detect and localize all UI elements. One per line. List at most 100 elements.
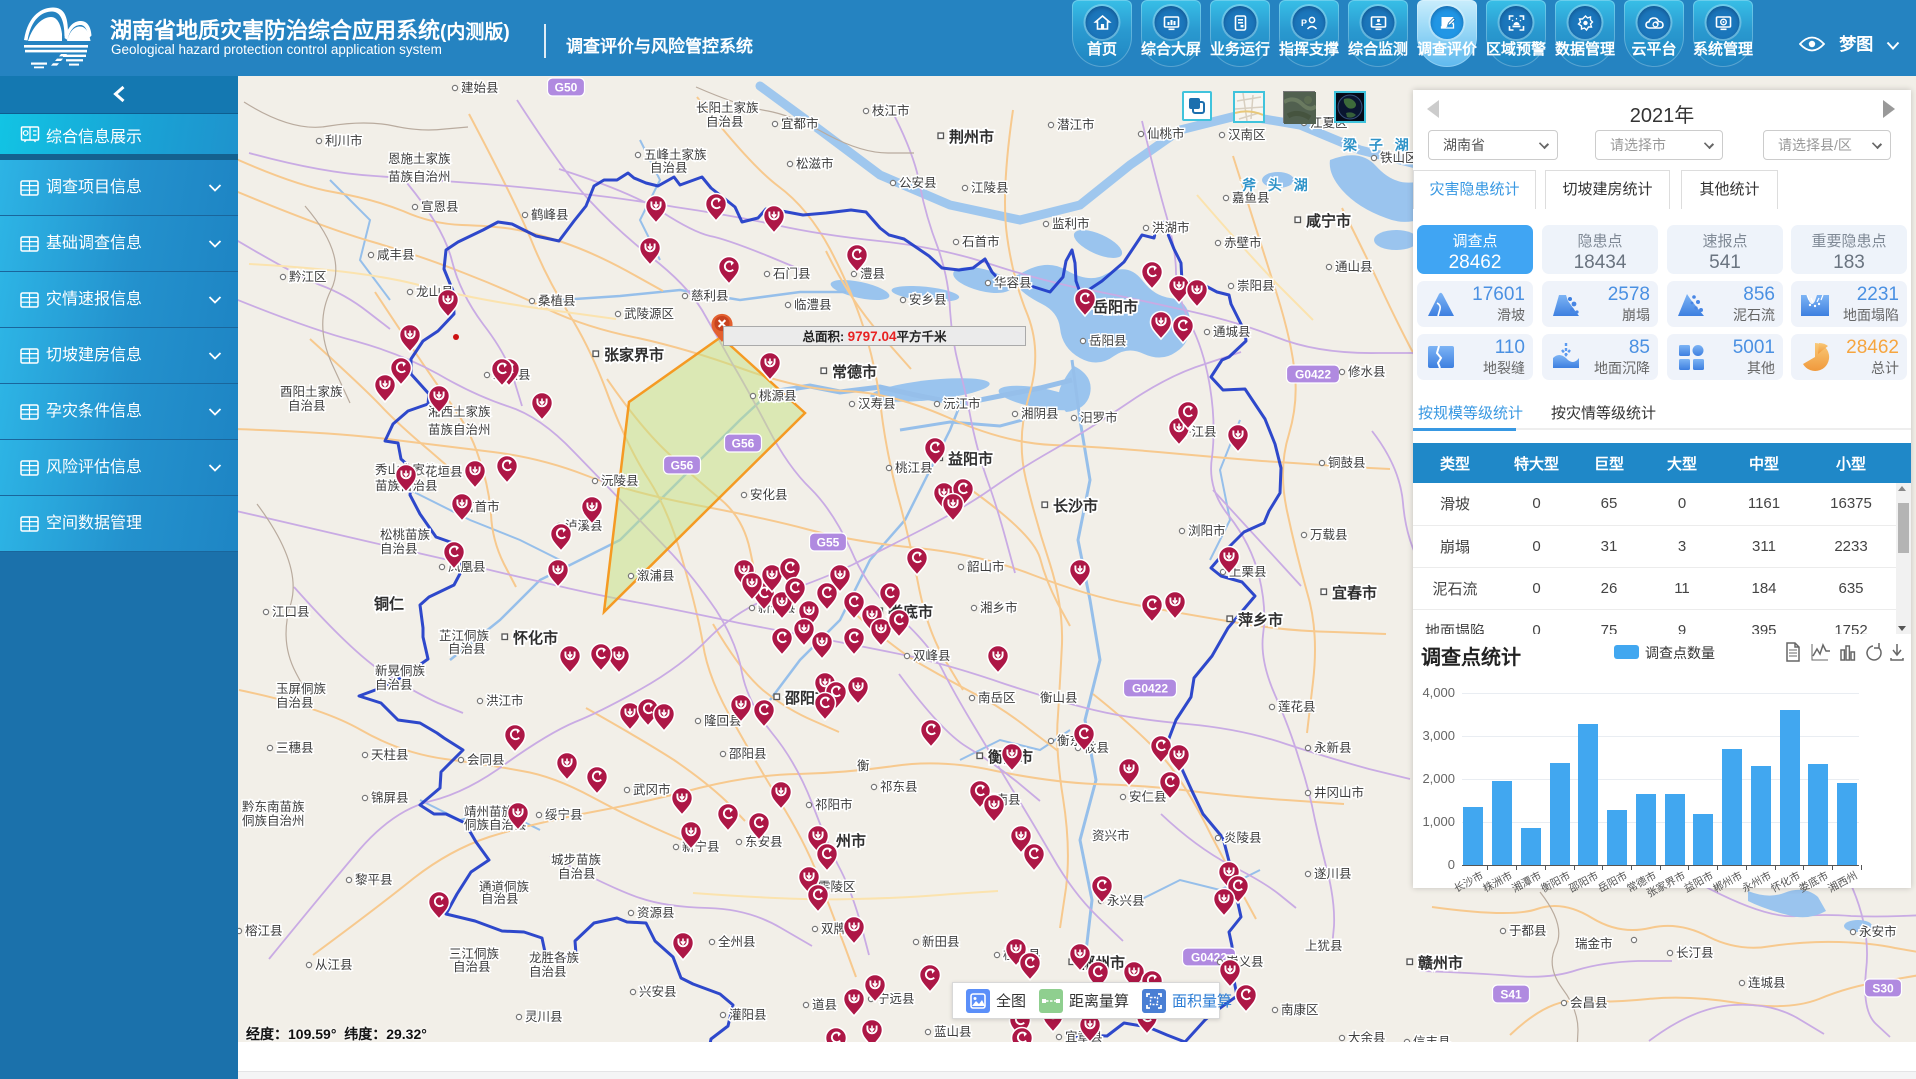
svg-text:松桃苗族: 松桃苗族 bbox=[380, 527, 431, 542]
svg-text:铜鼓县: 铜鼓县 bbox=[1328, 455, 1366, 470]
svg-text:赣州市: 赣州市 bbox=[1418, 954, 1463, 972]
svg-text:G0422: G0422 bbox=[1132, 682, 1168, 696]
svg-text:衡山县: 衡山县 bbox=[1040, 691, 1078, 705]
svg-text:井冈山市: 井冈山市 bbox=[1314, 785, 1364, 800]
svg-text:天柱县: 天柱县 bbox=[371, 747, 409, 762]
svg-text:安乡县: 安乡县 bbox=[909, 292, 947, 307]
svg-text:洪湖市: 洪湖市 bbox=[1152, 220, 1190, 235]
svg-text:荆州市: 荆州市 bbox=[949, 128, 994, 146]
svg-text:浏阳市: 浏阳市 bbox=[1188, 523, 1226, 538]
svg-text:铁山区: 铁山区 bbox=[1380, 151, 1418, 165]
svg-text:三江侗族: 三江侗族 bbox=[449, 947, 500, 961]
svg-text:永兴县: 永兴县 bbox=[1107, 894, 1145, 908]
svg-text:邵阳县: 邵阳县 bbox=[729, 747, 767, 761]
svg-text:武陵源区: 武陵源区 bbox=[624, 307, 674, 321]
svg-text:自治县: 自治县 bbox=[276, 696, 314, 710]
svg-text:遂川县: 遂川县 bbox=[1314, 867, 1352, 881]
svg-text:黔东南苗族: 黔东南苗族 bbox=[242, 799, 305, 814]
svg-text:沅江市: 沅江市 bbox=[943, 396, 981, 411]
svg-text:双峰县: 双峰县 bbox=[913, 649, 951, 663]
svg-text:P: P bbox=[1301, 18, 1307, 28]
svg-text:汉南区: 汉南区 bbox=[1228, 127, 1266, 142]
svg-text:公安县: 公安县 bbox=[899, 175, 937, 190]
svg-text:长阳土家族: 长阳土家族 bbox=[696, 100, 759, 115]
svg-text:绥宁县: 绥宁县 bbox=[545, 807, 583, 822]
svg-text:莲花县: 莲花县 bbox=[1278, 699, 1316, 714]
svg-text:仙桃市: 仙桃市 bbox=[1147, 126, 1185, 141]
svg-text:枝江市: 枝江市 bbox=[872, 103, 910, 118]
svg-text:衡: 衡 bbox=[857, 759, 870, 773]
svg-text:溆浦县: 溆浦县 bbox=[637, 569, 675, 583]
svg-text:从江县: 从江县 bbox=[315, 958, 353, 972]
svg-text:松滋市: 松滋市 bbox=[796, 156, 834, 171]
svg-text:G56: G56 bbox=[671, 459, 694, 473]
svg-text:州市: 州市 bbox=[835, 832, 866, 850]
svg-text:桃源县: 桃源县 bbox=[759, 388, 797, 403]
svg-text:自治县: 自治县 bbox=[650, 161, 688, 175]
svg-text:自治县: 自治县 bbox=[529, 965, 567, 979]
svg-text:华容县: 华容县 bbox=[994, 275, 1032, 290]
svg-text:通城县: 通城县 bbox=[1213, 325, 1251, 339]
svg-text:自治县: 自治县 bbox=[453, 960, 491, 974]
svg-text:潜江市: 潜江市 bbox=[1057, 117, 1095, 132]
svg-text:咸宁市: 咸宁市 bbox=[1306, 212, 1351, 230]
svg-text:信丰县: 信丰县 bbox=[1413, 1035, 1451, 1042]
svg-text:G56: G56 bbox=[732, 437, 755, 451]
svg-text:资源县: 资源县 bbox=[637, 906, 675, 920]
svg-text:宣恩县: 宣恩县 bbox=[421, 199, 459, 214]
svg-text:祁阳市: 祁阳市 bbox=[815, 797, 853, 812]
svg-text:G50: G50 bbox=[555, 81, 578, 95]
svg-text:玉屏侗族: 玉屏侗族 bbox=[276, 682, 327, 696]
svg-text:慈利县: 慈利县 bbox=[691, 288, 729, 303]
svg-text:咸丰县: 咸丰县 bbox=[377, 248, 415, 262]
svg-text:沅陵县: 沅陵县 bbox=[601, 474, 639, 488]
svg-text:灵川县: 灵川县 bbox=[525, 1010, 563, 1024]
svg-text:三穗县: 三穗县 bbox=[276, 741, 314, 755]
svg-text:自治县: 自治县 bbox=[448, 642, 486, 656]
svg-text:赤壁市: 赤壁市 bbox=[1224, 235, 1262, 250]
svg-text:通山县: 通山县 bbox=[1335, 260, 1373, 274]
svg-text:岳阳县: 岳阳县 bbox=[1089, 334, 1127, 348]
svg-text:会同县: 会同县 bbox=[467, 753, 505, 767]
svg-text:桃江县: 桃江县 bbox=[895, 460, 933, 475]
svg-text:侗族自治州: 侗族自治州 bbox=[242, 814, 305, 828]
svg-text:黎平县: 黎平县 bbox=[355, 873, 393, 887]
svg-text:石门县: 石门县 bbox=[773, 266, 811, 281]
svg-text:张家界市: 张家界市 bbox=[604, 346, 664, 364]
svg-text:崇阳县: 崇阳县 bbox=[1237, 279, 1275, 293]
svg-text:永安市: 永安市 bbox=[1859, 924, 1897, 939]
svg-text:自治县: 自治县 bbox=[481, 892, 519, 906]
svg-text:S41: S41 bbox=[1500, 988, 1522, 1002]
svg-text:长沙市: 长沙市 bbox=[1053, 497, 1098, 515]
svg-text:蓝山县: 蓝山县 bbox=[934, 1025, 972, 1039]
svg-text:万载县: 万载县 bbox=[1310, 528, 1348, 542]
svg-text:武冈市: 武冈市 bbox=[633, 782, 671, 797]
svg-text:恩施土家族: 恩施土家族 bbox=[388, 151, 451, 166]
svg-text:湘乡市: 湘乡市 bbox=[980, 600, 1018, 615]
svg-text:锦屏县: 锦屏县 bbox=[371, 791, 409, 805]
svg-text:安化县: 安化县 bbox=[750, 487, 788, 502]
svg-text:永新县: 永新县 bbox=[1314, 740, 1352, 755]
svg-text:东安县: 东安县 bbox=[745, 834, 783, 849]
svg-text:灌阳县: 灌阳县 bbox=[729, 1008, 767, 1022]
svg-text:自治县: 自治县 bbox=[706, 115, 744, 129]
svg-text:花垣县: 花垣县 bbox=[425, 464, 463, 479]
svg-text:酉阳土家族: 酉阳土家族 bbox=[280, 384, 343, 399]
svg-text:南岳区: 南岳区 bbox=[978, 690, 1016, 705]
svg-text:全州县: 全州县 bbox=[718, 934, 756, 949]
svg-text:临澧县: 临澧县 bbox=[794, 298, 832, 312]
svg-text:宜都市: 宜都市 bbox=[781, 116, 819, 131]
svg-text:瑞金市: 瑞金市 bbox=[1575, 936, 1613, 951]
svg-text:汉寿县: 汉寿县 bbox=[858, 397, 896, 411]
svg-text:怀化市: 怀化市 bbox=[513, 629, 558, 647]
svg-text:新晃侗族: 新晃侗族 bbox=[375, 663, 426, 678]
svg-text:斧 头 湖: 斧 头 湖 bbox=[1242, 177, 1312, 193]
svg-text:石首市: 石首市 bbox=[962, 234, 1000, 249]
svg-text:自治县: 自治县 bbox=[380, 542, 418, 556]
svg-text:岳阳市: 岳阳市 bbox=[1093, 298, 1138, 316]
svg-text:桑植县: 桑植县 bbox=[538, 293, 576, 308]
svg-text:S30: S30 bbox=[1872, 982, 1894, 996]
svg-text:资兴市: 资兴市 bbox=[1092, 828, 1130, 843]
svg-text:G55: G55 bbox=[817, 536, 840, 550]
svg-text:宜春市: 宜春市 bbox=[1332, 584, 1377, 602]
